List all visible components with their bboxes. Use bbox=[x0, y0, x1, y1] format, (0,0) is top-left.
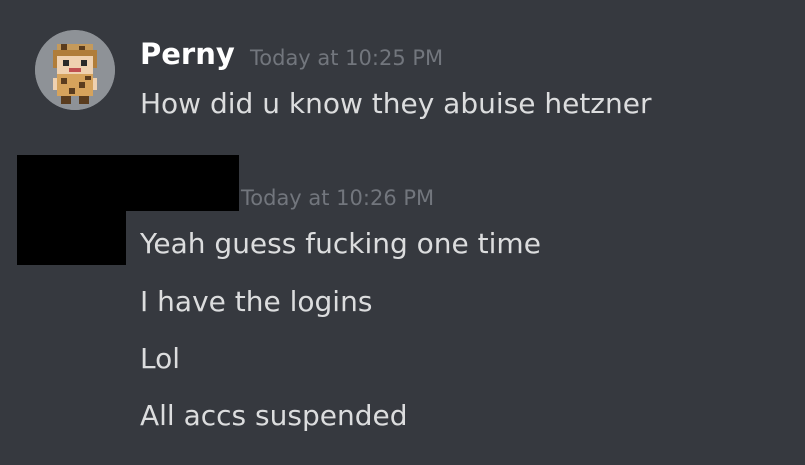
redacted-avatar bbox=[17, 155, 126, 265]
message-text: Yeah guess fucking one time bbox=[140, 227, 541, 260]
message-text: How did u know they abuise hetzner bbox=[140, 87, 652, 120]
message-text: All accs suspended bbox=[140, 399, 408, 432]
redacted-author-name bbox=[126, 155, 239, 211]
pixel-character-avatar-icon bbox=[35, 30, 115, 110]
chat-messages: Perny Today at 10:25 PM How did u know t… bbox=[0, 0, 805, 465]
message-timestamp[interactable]: Today at 10:26 PM bbox=[241, 183, 434, 213]
user-avatar[interactable] bbox=[35, 30, 115, 110]
message-text: I have the logins bbox=[140, 285, 373, 318]
message-timestamp[interactable]: Today at 10:25 PM bbox=[250, 43, 443, 73]
author-name[interactable]: Perny bbox=[140, 34, 235, 74]
message-text: Lol bbox=[140, 342, 181, 375]
